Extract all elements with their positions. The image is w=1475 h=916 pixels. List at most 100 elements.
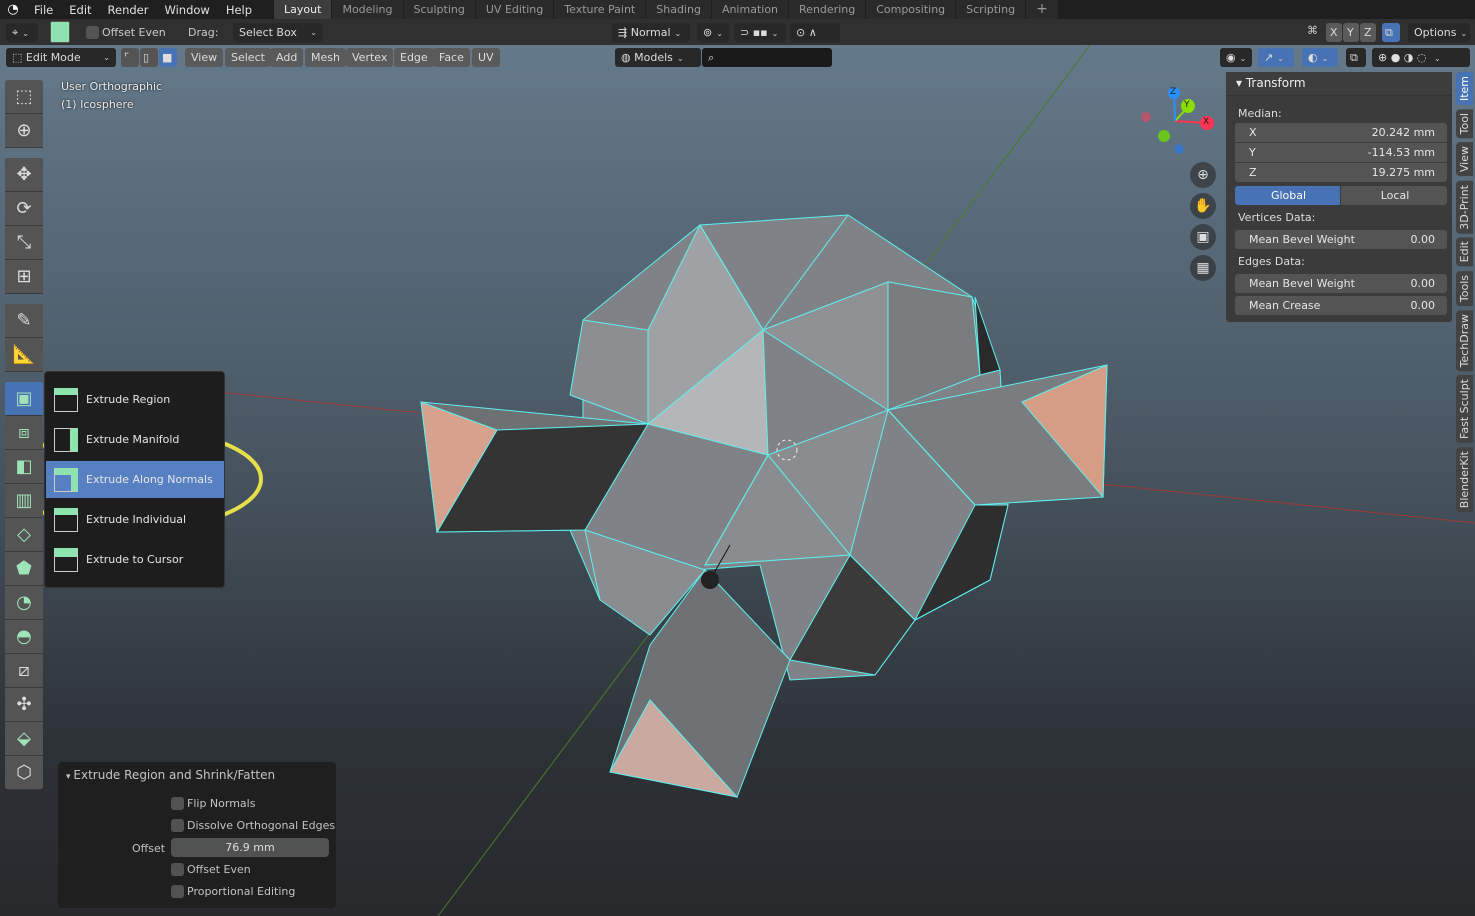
mirror-y-toggle[interactable]: Y	[1343, 23, 1359, 42]
offset-field[interactable]: 76.9 mm	[171, 838, 329, 857]
measure-tool[interactable]: 📐	[5, 338, 43, 372]
poly-build-tool[interactable]: ⬟	[5, 552, 43, 586]
snap-toggle[interactable]: ⊃ ▪▪ ⌄	[734, 23, 786, 42]
drag-select-dropdown[interactable]: Select Box ⌄	[233, 23, 323, 42]
sidebar-tab-techdraw[interactable]: TechDraw	[1456, 309, 1473, 372]
shear-tool[interactable]: ⬙	[5, 722, 43, 756]
sidebar-tab-tools[interactable]: Tools	[1456, 270, 1473, 306]
edge-bevel-weight-field[interactable]: Mean Bevel Weight 0.00	[1235, 274, 1447, 293]
search-input[interactable]: ⌕	[702, 48, 832, 67]
tab-rendering[interactable]: Rendering	[789, 0, 866, 19]
zoom-icon[interactable]: ⊕	[1190, 162, 1216, 188]
gizmo-toggle[interactable]: ↗ ⌄	[1258, 48, 1294, 67]
cursor-tool[interactable]: ⊕	[5, 114, 43, 148]
proportional-edit-toggle[interactable]: ⊙ ∧	[790, 23, 840, 42]
options-dropdown[interactable]: Options ⌄	[1408, 23, 1470, 42]
menu-file[interactable]: File	[26, 3, 61, 17]
tab-uv-editing[interactable]: UV Editing	[475, 0, 554, 19]
edge-select-mode[interactable]: ▯	[140, 48, 158, 67]
offset-even-checkbox[interactable]: Offset Even	[86, 26, 166, 39]
menu-item-extrude-region[interactable]: Extrude Region	[46, 381, 224, 418]
face-select-mode[interactable]: ■	[159, 48, 177, 67]
proportional-editing-checkbox[interactable]: Proportional Editing	[171, 885, 295, 898]
pivot-dropdown[interactable]: ⊚ ⌄	[697, 23, 729, 42]
transform-panel-header[interactable]: ▾ Transform	[1226, 72, 1452, 96]
camera-icon[interactable]: ▣	[1190, 224, 1216, 250]
menu-item-extrude-manifold[interactable]: Extrude Manifold	[46, 421, 224, 458]
blender-logo-icon[interactable]: ◔	[0, 2, 26, 17]
menu-vertex[interactable]: Vertex	[346, 48, 394, 67]
add-workspace-button[interactable]: +	[1026, 0, 1058, 19]
shrink-fatten-tool[interactable]: ✣	[5, 688, 43, 722]
menu-face[interactable]: Face	[433, 48, 470, 67]
median-y-field[interactable]: Y -114.53 mm	[1235, 143, 1447, 162]
dissolve-orthogonal-edges-checkbox[interactable]: Dissolve Orthogonal Edges	[171, 819, 335, 832]
loop-cut-tool[interactable]: ▥	[5, 484, 43, 518]
tab-sculpting[interactable]: Sculpting	[403, 0, 475, 19]
menu-edge[interactable]: Edge	[394, 48, 434, 67]
shading-mode-group[interactable]: ⊕ ● ◑ ◌ ⌄	[1372, 48, 1470, 67]
visibility-dropdown[interactable]: ◉ ⌄	[1220, 48, 1252, 67]
mode-dropdown[interactable]: ⬚ Edit Mode ⌄	[6, 48, 116, 67]
operator-panel-header[interactable]: ▾ Extrude Region and Shrink/Fatten	[66, 768, 275, 782]
scale-tool[interactable]: ⤡	[5, 226, 43, 260]
global-button[interactable]: Global	[1235, 186, 1340, 205]
sidebar-tab-blenderkit[interactable]: BlenderKit	[1456, 447, 1473, 513]
menu-view[interactable]: View	[185, 48, 224, 67]
sidebar-tab-edit[interactable]: Edit	[1456, 237, 1473, 267]
annotate-tool[interactable]: ✎	[5, 304, 43, 338]
menu-edit[interactable]: Edit	[61, 3, 99, 17]
menu-select[interactable]: Select	[225, 48, 271, 67]
extrude-tool[interactable]: ▣	[5, 382, 43, 416]
rotate-tool[interactable]: ⟳	[5, 192, 43, 226]
auto-merge-toggle[interactable]: ⧉	[1382, 23, 1400, 42]
menu-item-extrude-individual[interactable]: Extrude Individual	[46, 501, 224, 538]
menu-uv[interactable]: UV	[472, 48, 500, 67]
transform-pivot-button[interactable]: ⌖ ⌄	[6, 23, 38, 42]
menu-render[interactable]: Render	[100, 3, 157, 17]
median-x-field[interactable]: X 20.242 mm	[1235, 123, 1447, 142]
knife-tool[interactable]: ◇	[5, 518, 43, 552]
edge-slide-tool[interactable]: ⧄	[5, 654, 43, 688]
transform-tool[interactable]: ⊞	[5, 260, 43, 294]
offset-even-checkbox[interactable]: Offset Even	[171, 863, 251, 876]
menu-help[interactable]: Help	[218, 3, 260, 17]
tab-shading[interactable]: Shading	[646, 0, 711, 19]
tab-texture-paint[interactable]: Texture Paint	[554, 0, 646, 19]
mirror-x-toggle[interactable]: X	[1326, 23, 1342, 42]
smooth-tool[interactable]: ◓	[5, 620, 43, 654]
mirror-z-toggle[interactable]: Z	[1360, 23, 1376, 42]
tab-scripting[interactable]: Scripting	[956, 0, 1026, 19]
median-z-field[interactable]: Z 19.275 mm	[1235, 163, 1447, 182]
sidebar-tab-fast-sculpt[interactable]: Fast Sculpt	[1456, 375, 1473, 444]
rip-tool[interactable]: ⬡	[5, 756, 43, 790]
menu-mesh[interactable]: Mesh	[305, 48, 346, 67]
overlay-toggle[interactable]: ◐ ⌄	[1302, 48, 1338, 67]
tab-compositing[interactable]: Compositing	[866, 0, 956, 19]
navigation-gizmo[interactable]: X Y Z	[1135, 83, 1220, 168]
menu-window[interactable]: Window	[156, 3, 217, 17]
menu-add[interactable]: Add	[270, 48, 304, 67]
mean-crease-field[interactable]: Mean Crease 0.00	[1235, 296, 1447, 315]
collection-dropdown[interactable]: ◍ Models ⌄	[615, 48, 701, 67]
select-box-tool[interactable]: ⬚	[5, 80, 43, 114]
spin-tool[interactable]: ◔	[5, 586, 43, 620]
tab-modeling[interactable]: Modeling	[332, 0, 403, 19]
tab-layout[interactable]: Layout	[274, 0, 332, 19]
sidebar-tab-view[interactable]: View	[1456, 142, 1473, 177]
sidebar-tab-tool[interactable]: Tool	[1456, 109, 1473, 139]
bevel-tool[interactable]: ◧	[5, 450, 43, 484]
vertex-bevel-weight-field[interactable]: Mean Bevel Weight 0.00	[1235, 230, 1447, 249]
pan-hand-icon[interactable]: ✋	[1190, 193, 1216, 219]
local-button[interactable]: Local	[1341, 186, 1447, 205]
vertex-select-mode[interactable]: ⌜	[121, 48, 139, 67]
menu-item-extrude-along-normals[interactable]: Extrude Along Normals	[46, 461, 224, 498]
xray-toggle[interactable]: ⧉	[1346, 48, 1366, 67]
inset-tool[interactable]: ⧈	[5, 416, 43, 450]
sidebar-tab-3d-print[interactable]: 3D-Print	[1456, 180, 1473, 234]
move-tool[interactable]: ✥	[5, 158, 43, 192]
tab-animation[interactable]: Animation	[711, 0, 789, 19]
sidebar-tab-item[interactable]: Item	[1456, 72, 1473, 106]
flip-normals-checkbox[interactable]: Flip Normals	[171, 797, 255, 810]
orientation-dropdown[interactable]: ⇶ Normal ⌄	[612, 23, 690, 42]
